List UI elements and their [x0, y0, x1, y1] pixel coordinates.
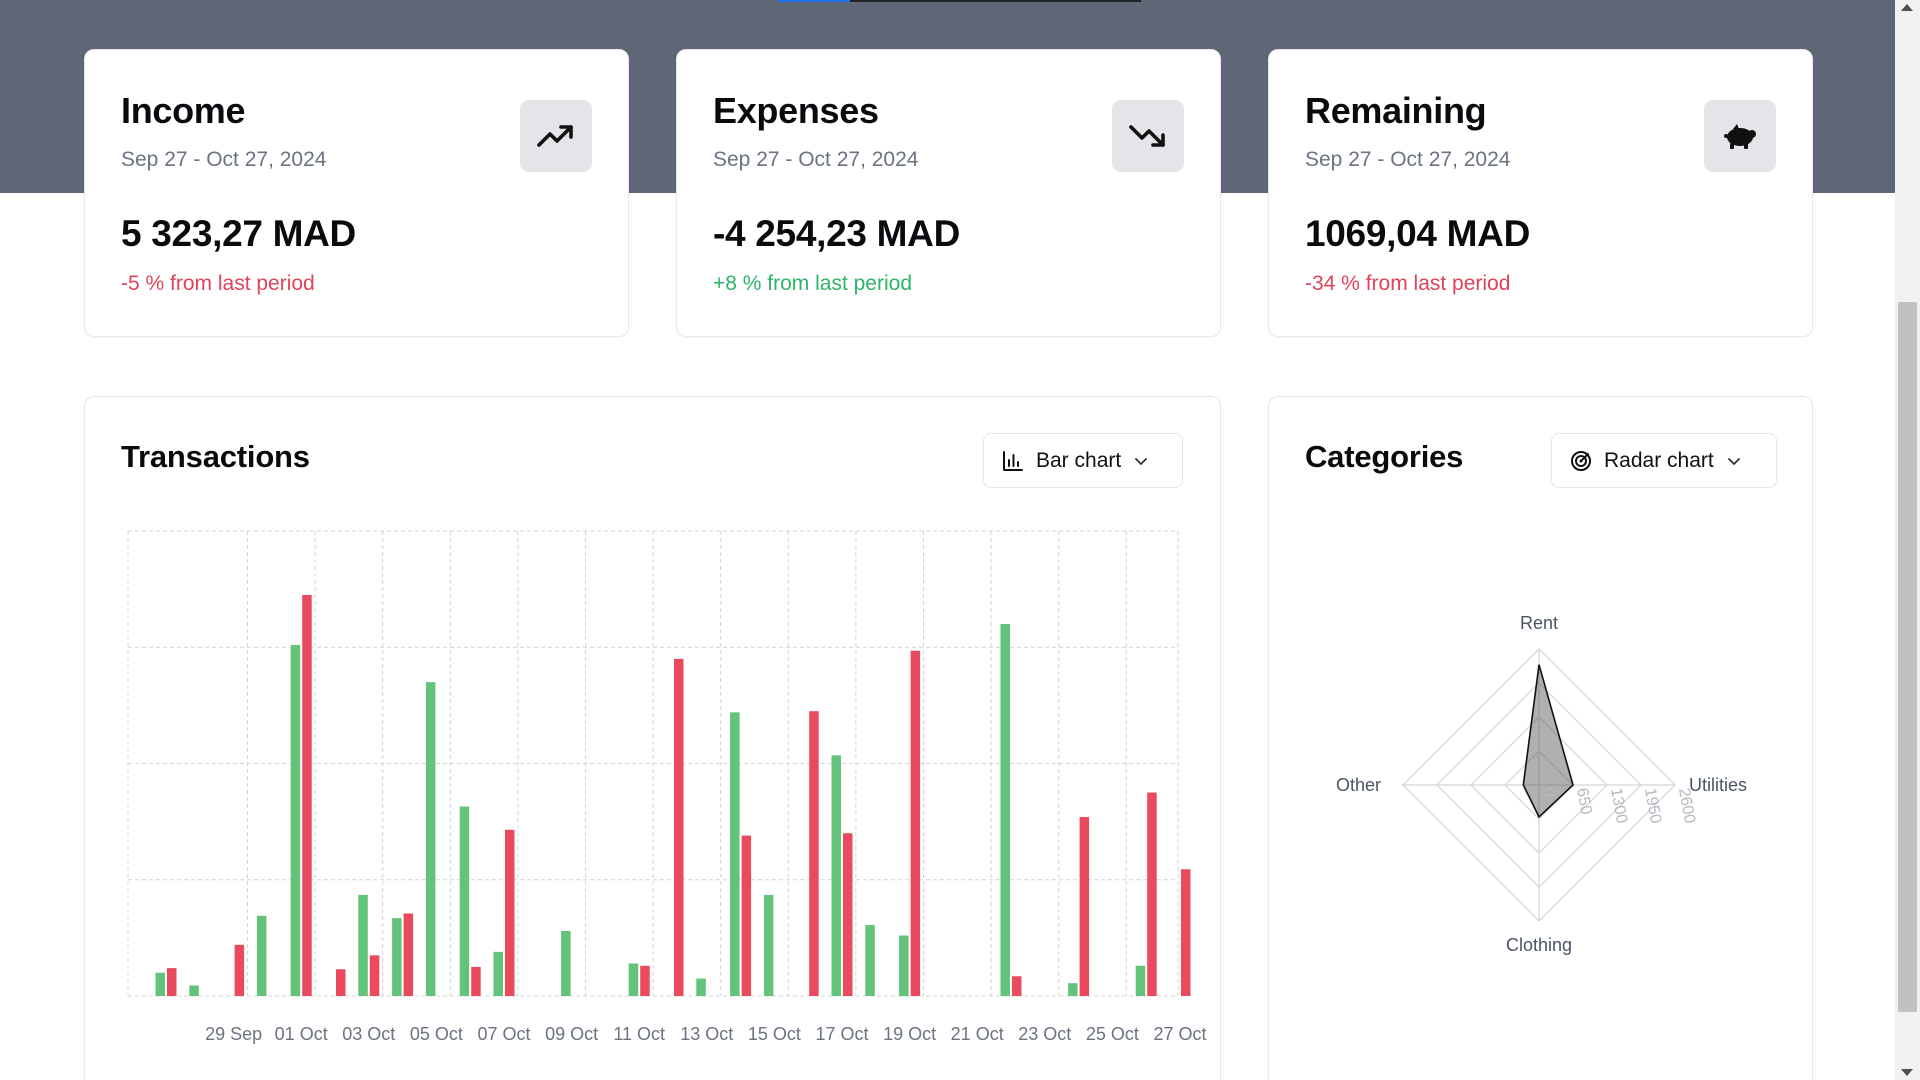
income-bar	[493, 951, 503, 996]
remaining-date-range: Sep 27 - Oct 27, 2024	[1305, 148, 1511, 171]
x-tick-label: 09 Oct	[545, 1024, 598, 1044]
expense-bar	[403, 913, 414, 996]
tab-indicator-active[interactable]	[778, 0, 850, 2]
radar-axis-label: Utilities	[1689, 775, 1747, 795]
expense-bar	[369, 955, 380, 996]
income-bar	[628, 963, 639, 996]
expenses-value: -4 254,23 MAD	[713, 213, 960, 254]
scroll-up-arrow[interactable]	[1901, 4, 1913, 11]
income-date-range: Sep 27 - Oct 27, 2024	[121, 148, 327, 171]
income-bar	[358, 894, 368, 996]
income-bar	[392, 918, 402, 996]
scroll-down-arrow[interactable]	[1901, 1069, 1913, 1076]
income-bar	[425, 682, 436, 996]
remaining-title: Remaining	[1305, 90, 1487, 131]
radar-tick-label: 1300	[1607, 787, 1630, 825]
expense-bar	[1012, 976, 1022, 996]
expense-bar	[302, 594, 312, 996]
trending-down-icon	[1112, 100, 1184, 172]
x-tick-label: 13 Oct	[680, 1024, 733, 1044]
x-tick-label: 27 Oct	[1153, 1024, 1206, 1044]
x-tick-label: 03 Oct	[342, 1024, 395, 1044]
expense-bar	[1147, 792, 1157, 996]
transactions-card: Transactions Bar chart 29 Sep 01 Oct 03 Oc…	[84, 396, 1221, 1080]
income-bar	[831, 755, 841, 996]
scrollbar-thumb[interactable]	[1898, 302, 1917, 1012]
income-bar	[899, 935, 909, 996]
remaining-change: -34 % from last period	[1305, 272, 1511, 295]
income-change: -5 % from last period	[121, 272, 315, 295]
expenses-card: Expenses Sep 27 - Oct 27, 2024 -4 254,23…	[676, 49, 1221, 337]
income-bar	[189, 985, 199, 996]
expense-bar	[471, 966, 481, 996]
x-tick-label: 07 Oct	[477, 1024, 530, 1044]
income-card: Income Sep 27 - Oct 27, 2024 5 323,27 MA…	[84, 49, 629, 337]
expense-bar	[741, 835, 752, 996]
x-tick-label: 15 Oct	[748, 1024, 801, 1044]
expense-bar	[1079, 816, 1090, 996]
x-tick-label: 01 Oct	[275, 1024, 328, 1044]
income-bar	[155, 972, 165, 996]
piggy-bank-icon	[1704, 100, 1776, 172]
radar-axis-label: Clothing	[1506, 935, 1572, 955]
radar-axis-label: Other	[1336, 775, 1381, 795]
x-tick-label: 21 Oct	[951, 1024, 1004, 1044]
income-value: 5 323,27 MAD	[121, 213, 356, 254]
expense-bar	[1181, 869, 1191, 996]
transactions-bar-chart: 29 Sep 01 Oct 03 Oct 05 Oct 07 Oct 09 Oct 11 O…	[127, 530, 1207, 1044]
remaining-card: Remaining Sep 27 - Oct 27, 2024 1069,04 …	[1268, 49, 1813, 337]
radar-tick-label: 1950	[1641, 787, 1664, 825]
expense-bar	[640, 965, 650, 996]
remaining-value: 1069,04 MAD	[1305, 213, 1530, 254]
x-tick-label: 25 Oct	[1086, 1024, 1139, 1044]
income-bar	[1135, 965, 1146, 996]
income-bar	[696, 978, 706, 996]
categories-card: Categories Radar chart Rent Utilities Clot…	[1268, 396, 1813, 1080]
expense-bar	[910, 650, 921, 996]
income-title: Income	[121, 90, 246, 131]
trending-up-icon	[520, 100, 592, 172]
radar-axis-label: Rent	[1520, 613, 1558, 633]
income-bar	[1068, 983, 1078, 996]
page-scrollbar[interactable]	[1895, 0, 1920, 1080]
expense-bar	[505, 829, 515, 996]
income-bar	[561, 930, 571, 996]
x-tick-label: 19 Oct	[883, 1024, 936, 1044]
income-bar	[459, 806, 470, 996]
expenses-change: +8 % from last period	[713, 272, 913, 295]
expense-bar	[234, 944, 245, 996]
x-tick-label: 17 Oct	[815, 1024, 868, 1044]
radar-tick-label: 650	[1573, 787, 1594, 816]
x-tick-label: 11 Oct	[613, 1024, 665, 1044]
x-tick-label: 05 Oct	[410, 1024, 463, 1044]
expense-bar	[674, 658, 684, 996]
income-bar	[865, 925, 875, 996]
expense-bar	[167, 968, 177, 996]
income-bar	[730, 712, 740, 996]
x-tick-label: 29 Sep	[205, 1024, 262, 1044]
expense-bar	[336, 969, 346, 996]
expenses-date-range: Sep 27 - Oct 27, 2024	[713, 148, 919, 171]
income-bar	[290, 644, 301, 996]
categories-radar-chart: RentUtilitiesClothingOther 0 650 1300 1950 26…	[1336, 613, 1747, 955]
expense-bar	[809, 711, 819, 996]
income-bar	[256, 915, 267, 996]
tab-indicator-inactive[interactable]	[850, 0, 1141, 2]
x-tick-label: 23 Oct	[1018, 1024, 1071, 1044]
expenses-title: Expenses	[713, 90, 879, 131]
income-bar	[763, 894, 774, 996]
income-bar	[1000, 624, 1010, 996]
expense-bar	[843, 833, 853, 996]
